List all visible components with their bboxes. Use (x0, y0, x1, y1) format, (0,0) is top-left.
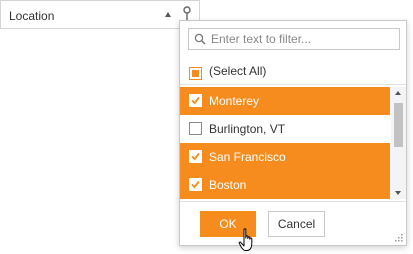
checkmark-icon (191, 180, 200, 189)
divider (180, 84, 406, 85)
checkmark-icon (191, 96, 200, 105)
search-box[interactable] (188, 28, 400, 50)
cancel-button[interactable]: Cancel (268, 211, 325, 237)
list-item-label: Burlington, VT (209, 122, 286, 136)
list-item[interactable]: San Francisco (180, 143, 390, 171)
list-item[interactable]: Boston (180, 171, 390, 199)
list-item[interactable]: Burlington, VT (180, 115, 390, 143)
list-item-label: Monterey (209, 94, 260, 108)
checkbox-checked[interactable] (189, 178, 202, 191)
scroll-thumb[interactable] (394, 103, 403, 147)
hand-pointer-icon (238, 228, 253, 251)
resize-grip-icon[interactable] (394, 233, 403, 242)
checkmark-icon (191, 152, 200, 161)
select-all-checkbox[interactable] (189, 67, 202, 80)
scroll-down-arrow-icon[interactable] (395, 191, 401, 195)
list-item-label: San Francisco (209, 150, 286, 164)
checkbox-checked[interactable] (189, 94, 202, 107)
location-column-header[interactable]: Location (0, 0, 200, 29)
list-item-label: Boston (209, 178, 247, 192)
checkbox-checked[interactable] (189, 150, 202, 163)
sort-ascending-icon[interactable] (165, 12, 171, 17)
footer-divider (180, 201, 406, 202)
list-item[interactable]: Monterey (180, 87, 390, 115)
filter-value-list: Monterey Burlington, VT San Francisco Bo… (180, 87, 406, 199)
scroll-up-arrow-icon[interactable] (395, 91, 401, 95)
select-all-label: (Select All) (209, 64, 267, 78)
search-input[interactable] (211, 31, 397, 47)
filter-popup: (Select All) Monterey Burlington, VT San… (179, 20, 407, 246)
column-title: Location (9, 9, 55, 23)
select-all-row[interactable]: (Select All) (180, 60, 406, 82)
search-icon (194, 33, 206, 45)
vertical-scrollbar[interactable] (391, 87, 406, 199)
checkbox-unchecked[interactable] (189, 122, 202, 135)
